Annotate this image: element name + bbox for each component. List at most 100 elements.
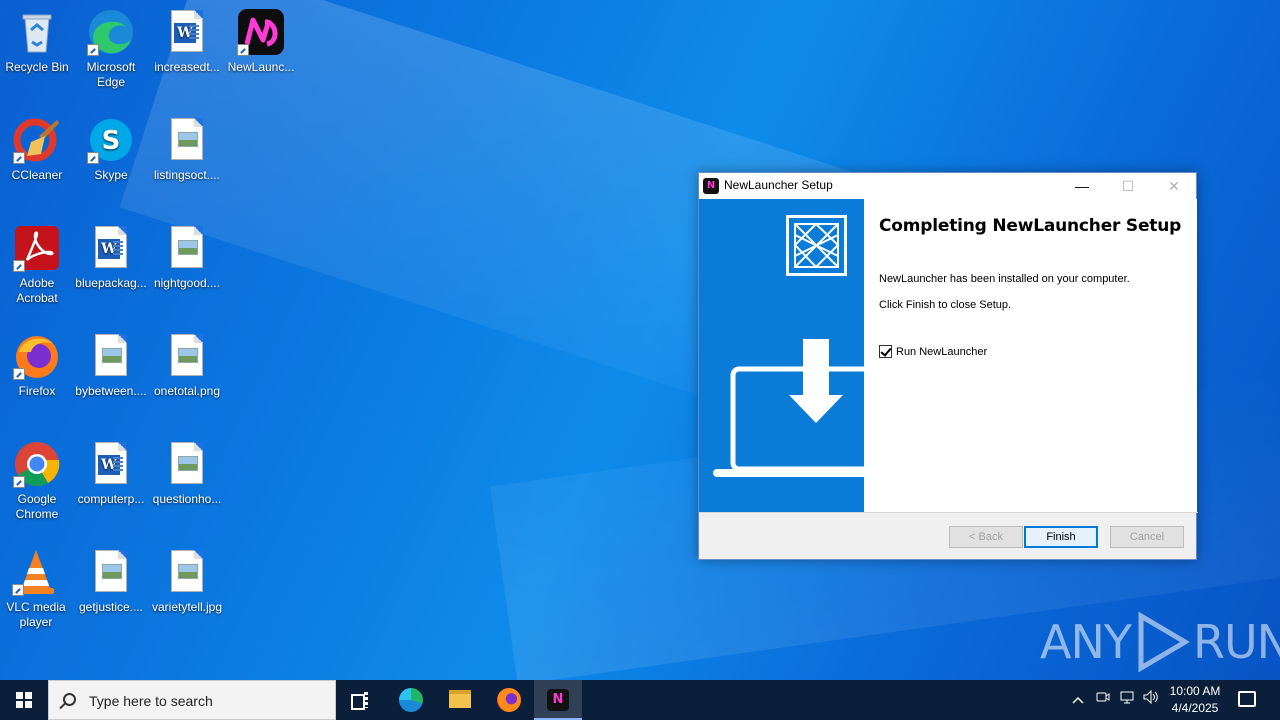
notification-center-icon[interactable]	[1238, 691, 1256, 707]
svg-text:S: S	[102, 126, 121, 156]
image-file-icon	[87, 548, 135, 596]
desktop-icon-vlc-media-player[interactable]: VLC media player	[0, 542, 74, 630]
watermark-left: ANY	[1040, 615, 1132, 669]
setup-content-panel: Completing NewLauncher Setup NewLauncher…	[864, 199, 1197, 512]
desktop-icon-increasedt[interactable]: W increasedt...	[149, 2, 225, 75]
meet-now-button[interactable]	[1092, 680, 1114, 720]
play-triangle-icon	[1138, 612, 1190, 672]
shortcut-arrow-icon	[87, 152, 99, 164]
task-view-button[interactable]	[336, 680, 384, 720]
desktop-icon-microsoft-edge[interactable]: Microsoft Edge	[73, 2, 149, 90]
run-newlauncher-option[interactable]: Run NewLauncher	[879, 345, 987, 358]
desktop-icon-adobe-acrobat[interactable]: Adobe Acrobat	[0, 218, 75, 306]
firefox-icon	[497, 688, 521, 712]
button-area-divider	[699, 512, 1198, 513]
ccleaner-icon	[13, 116, 61, 164]
desktop-icon-label: computerp...	[77, 492, 145, 506]
desktop-icon-getjustice[interactable]: getjustice....	[73, 542, 149, 615]
run-newlauncher-label[interactable]: Run NewLauncher	[896, 346, 987, 358]
image-file-icon	[163, 332, 211, 380]
taskbar-file-explorer-button[interactable]	[436, 680, 484, 720]
desktop-icon-listingsoct[interactable]: listingsoct....	[149, 110, 225, 183]
start-button[interactable]	[0, 680, 48, 720]
desktop-icon-varietytell[interactable]: varietytell.jpg	[149, 542, 225, 615]
minimize-button[interactable]: —	[1059, 173, 1105, 199]
word-doc-icon: W	[87, 224, 135, 272]
desktop-icon-ccleaner[interactable]: CCleaner	[0, 110, 75, 183]
word-doc-icon: W	[87, 440, 135, 488]
folder-icon	[449, 690, 471, 708]
firefox-icon	[13, 332, 61, 380]
anyrun-watermark: ANY RUN	[1040, 612, 1280, 672]
search-icon	[63, 693, 76, 706]
network-icon	[1120, 691, 1134, 704]
edge-icon	[87, 8, 135, 56]
taskbar-clock[interactable]: 10:00 AM 4/4/2025	[1160, 683, 1230, 717]
desktop-icon-label: nightgood....	[153, 276, 221, 290]
desktop-icon-label: listingsoct....	[153, 168, 221, 182]
speaker-icon	[1143, 689, 1158, 705]
desktop-icon-label: Recycle Bin	[5, 60, 69, 74]
newlauncher-icon: N	[547, 689, 569, 711]
image-file-icon	[163, 440, 211, 488]
desktop-icon-firefox[interactable]: Firefox	[0, 326, 75, 399]
network-button[interactable]	[1116, 680, 1138, 720]
download-to-laptop-icon	[713, 339, 864, 477]
watermark-right: RUN	[1192, 615, 1280, 669]
desktop-icon-newlauncher[interactable]: NewLaunc...	[223, 2, 299, 75]
desktop-icon-label: Firefox	[18, 384, 56, 398]
finish-button[interactable]: Finish	[1024, 526, 1098, 548]
run-newlauncher-checkbox[interactable]	[879, 345, 892, 358]
window-title: NewLauncher Setup	[724, 178, 833, 192]
setup-window: N NewLauncher Setup — ☐ ✕ Completing New…	[698, 172, 1198, 560]
search-placeholder: Type here to search	[89, 693, 213, 709]
desktop-icon-questionho[interactable]: questionho...	[149, 434, 225, 507]
desktop-icon-label: Skype	[94, 168, 128, 182]
clock-date: 4/4/2025	[1171, 701, 1219, 715]
newlauncher-icon	[237, 8, 285, 56]
desktop-icon-recycle-bin[interactable]: Recycle Bin	[0, 2, 75, 75]
setup-window-titlebar[interactable]: N NewLauncher Setup — ☐ ✕	[699, 173, 1196, 199]
desktop-icon-google-chrome[interactable]: Google Chrome	[0, 434, 75, 522]
taskbar-firefox-button[interactable]	[485, 680, 533, 720]
close-button: ✕	[1168, 178, 1180, 194]
windows-logo-icon	[16, 692, 32, 708]
taskbar-newlauncher-button[interactable]: N	[534, 680, 582, 720]
desktop-icon-label: VLC media player	[6, 600, 66, 629]
taskbar-search-box[interactable]: Type here to search	[48, 680, 336, 720]
installer-logo-icon	[786, 215, 847, 276]
desktop-icon-bybetween[interactable]: bybetween....	[73, 326, 149, 399]
desktop-icon-nightgood[interactable]: nightgood....	[149, 218, 225, 291]
maximize-button: ☐	[1121, 178, 1135, 194]
desktop-icon-bluepackag[interactable]: W bluepackag...	[73, 218, 149, 291]
chrome-icon	[13, 440, 61, 488]
desktop-icon-computerp[interactable]: W computerp...	[73, 434, 149, 507]
desktop-icon-label: Microsoft Edge	[86, 60, 136, 89]
shortcut-arrow-icon	[13, 476, 25, 488]
shortcut-arrow-icon	[87, 44, 99, 56]
desktop-icon-onetotal[interactable]: onetotal.png	[149, 326, 225, 399]
edge-icon	[399, 688, 423, 712]
setup-banner-panel	[699, 199, 864, 512]
taskbar-edge-button[interactable]	[387, 680, 435, 720]
image-file-icon	[163, 224, 211, 272]
desktop-icon-label: bybetween....	[75, 384, 147, 398]
word-doc-icon: W	[163, 8, 211, 56]
desktop-icon-label: Google Chrome	[15, 492, 59, 521]
cancel-button: Cancel	[1110, 526, 1184, 548]
desktop-icon-label: NewLaunc...	[227, 60, 295, 74]
skype-icon: S	[87, 116, 135, 164]
volume-button[interactable]	[1140, 680, 1162, 720]
task-view-icon	[351, 692, 369, 710]
shortcut-arrow-icon	[237, 44, 249, 56]
image-file-icon	[163, 116, 211, 164]
shortcut-arrow-icon	[13, 260, 25, 272]
image-file-icon	[163, 548, 211, 596]
desktop-icon-label: CCleaner	[11, 168, 63, 182]
shortcut-arrow-icon	[13, 152, 25, 164]
installed-message: NewLauncher has been installed on your c…	[879, 273, 1130, 285]
show-hidden-icons-button[interactable]	[1068, 680, 1088, 720]
desktop-icon-label: onetotal.png	[153, 384, 221, 398]
desktop-icon-skype[interactable]: S Skype	[73, 110, 149, 183]
desktop-icon-label: getjustice....	[78, 600, 144, 614]
